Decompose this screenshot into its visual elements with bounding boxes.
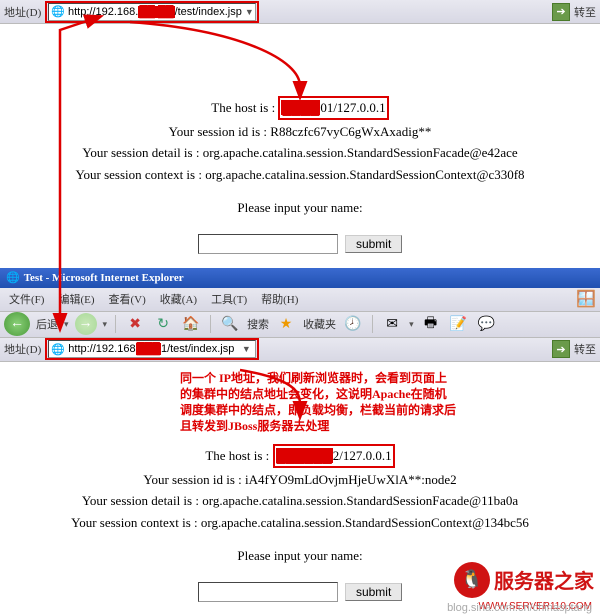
ie-icon: 🌐 — [6, 271, 20, 284]
session-context: org.apache.catalina.session.StandardSess… — [201, 515, 529, 530]
print-button[interactable]: 🖶 — [420, 313, 442, 335]
nav-toolbar: ← 后退 ▾ → ▾ ✖ ↻ 🏠 🔍 搜索 ★ 收藏夹 🕗 ✉ ▾ 🖶 📝 💬 — [0, 312, 600, 338]
menu-view[interactable]: 查看(V) — [104, 290, 151, 308]
menu-edit[interactable]: 编辑(E) — [53, 290, 99, 308]
address-input[interactable]: 🌐 http://192.168███1/test/index.jsp ▼ — [48, 340, 256, 358]
separator — [115, 315, 116, 333]
go-button[interactable]: ➔ — [552, 340, 570, 358]
url-text: http://192.168███1/test/index.jsp — [68, 343, 236, 355]
discuss-button[interactable]: 💬 — [476, 313, 498, 335]
menu-file[interactable]: 文件(F) — [4, 290, 49, 308]
forward-button[interactable]: → — [75, 313, 97, 335]
url-text: http://192.168.██.██/test/index.jsp — [68, 6, 242, 18]
top-address-bar: 地址(D) 🌐 http://192.168.██.██/test/index.… — [0, 0, 600, 24]
input-prompt: Please input your name: — [20, 198, 580, 218]
blog-watermark: blog.sina.com.cn/chinasptang — [447, 602, 592, 614]
session-detail: org.apache.catalina.session.StandardSess… — [203, 145, 518, 160]
go-button[interactable]: ➔ — [552, 3, 570, 21]
host-obscured: ████ — [281, 100, 320, 115]
name-input[interactable] — [198, 582, 338, 602]
ie-page-icon: 🌐 — [51, 342, 65, 356]
window-titlebar: 🌐 Test - Microsoft Internet Explorer — [0, 268, 600, 288]
menu-bar: 文件(F) 编辑(E) 查看(V) 收藏(A) 工具(T) 帮助(H) 🪟 — [0, 288, 600, 312]
address-dropdown-icon[interactable]: ▼ — [245, 7, 254, 17]
watermark-text: 服务器之家 — [494, 565, 594, 594]
host-suffix: 01/127.0.0.1 — [320, 100, 385, 115]
separator — [372, 315, 373, 333]
session-context-label: Your session context is : — [71, 515, 201, 530]
stop-button[interactable]: ✖ — [124, 313, 146, 335]
address-dropdown-icon[interactable]: ▼ — [239, 344, 253, 354]
host-label: The host is : — [211, 100, 278, 115]
session-detail: org.apache.catalina.session.StandardSess… — [202, 493, 518, 508]
menu-help[interactable]: 帮助(H) — [256, 290, 303, 308]
search-icon[interactable]: 🔍 — [219, 313, 241, 335]
watermark-logo-icon: 🐧 — [454, 562, 490, 598]
back-label: 后退 — [36, 316, 58, 332]
session-context: org.apache.catalina.session.StandardSess… — [205, 167, 524, 182]
address-input[interactable]: 🌐 http://192.168.██.██/test/index.jsp ▼ — [48, 3, 256, 21]
mail-dropdown-icon[interactable]: ▾ — [409, 319, 414, 330]
session-id-label: Your session id is : — [143, 472, 245, 487]
back-button[interactable]: ← — [4, 312, 30, 336]
host-suffix: 2/127.0.0.1 — [333, 448, 392, 463]
menu-tools[interactable]: 工具(T) — [206, 290, 252, 308]
annotation-text: 同一个 IP地址，我们刷新浏览器时，会看到页面上 的集群中的结点地址会变化，这说… — [0, 362, 600, 437]
top-page-content: The host is : ████01/127.0.0.1 Your sess… — [0, 24, 600, 268]
name-input[interactable] — [198, 234, 338, 254]
host-obscured: ██████ — [276, 448, 333, 463]
history-button[interactable]: 🕗 — [342, 313, 364, 335]
submit-button[interactable]: submit — [345, 583, 402, 601]
bottom-address-bar: 地址(D) 🌐 http://192.168███1/test/index.js… — [0, 338, 600, 362]
address-label: 地址(D) — [4, 341, 41, 357]
host-label: The host is : — [205, 448, 272, 463]
go-label: 转至 — [574, 4, 596, 20]
back-dropdown-icon[interactable]: ▾ — [64, 319, 69, 330]
session-detail-label: Your session detail is : — [82, 493, 202, 508]
home-button[interactable]: 🏠 — [180, 313, 202, 335]
favorites-label: 收藏夹 — [303, 316, 336, 332]
separator — [210, 315, 211, 333]
session-detail-label: Your session detail is : — [82, 145, 202, 160]
mail-button[interactable]: ✉ — [381, 313, 403, 335]
watermark: 🐧 服务器之家 WWW.SERVER110.COM — [454, 562, 594, 598]
ie-logo-icon: 🪟 — [576, 289, 596, 309]
refresh-button[interactable]: ↻ — [152, 313, 174, 335]
session-id: iA4fYO9mLdOvjmHjeUwXlA**:node2 — [245, 472, 457, 487]
fwd-dropdown-icon[interactable]: ▾ — [103, 319, 108, 330]
session-context-label: Your session context is : — [75, 167, 205, 182]
search-label: 搜索 — [247, 316, 269, 332]
edit-button[interactable]: 📝 — [448, 313, 470, 335]
menu-favorites[interactable]: 收藏(A) — [155, 290, 202, 308]
ie-page-icon: 🌐 — [51, 5, 65, 19]
window-title: Test - Microsoft Internet Explorer — [24, 272, 184, 284]
go-label: 转至 — [574, 341, 596, 357]
session-id-label: Your session id is : — [169, 124, 271, 139]
address-label: 地址(D) — [4, 4, 41, 20]
submit-button[interactable]: submit — [345, 235, 402, 253]
session-id: R88czfc67vyC6gWxAxadig** — [270, 124, 431, 139]
favorites-icon[interactable]: ★ — [275, 313, 297, 335]
